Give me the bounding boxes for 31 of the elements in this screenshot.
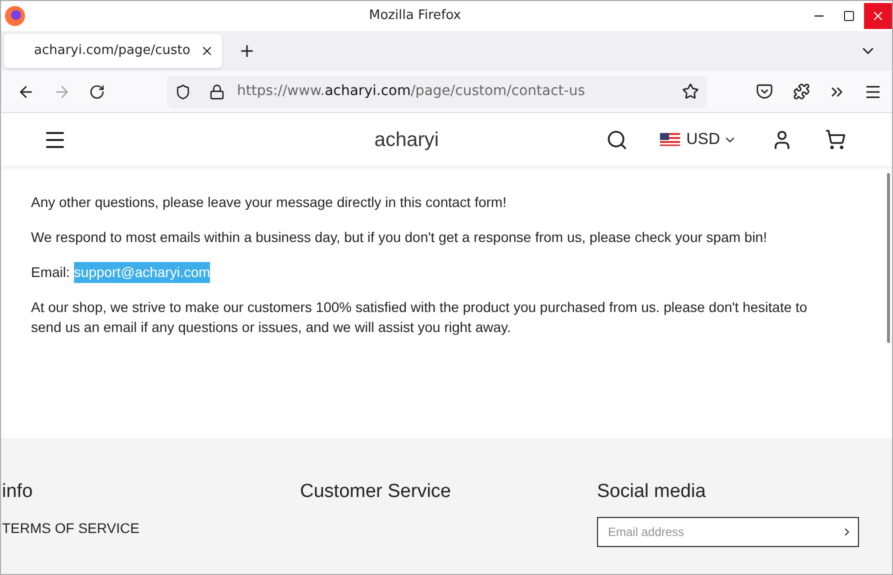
paragraph: We respond to most emails within a business day, but if you don't get a response from us, please check your spam bin! xyxy=(31,228,768,247)
lock-icon xyxy=(209,84,225,100)
footer-link[interactable]: TERMS OF SERVICE xyxy=(2,520,298,534)
footer-heading: info xyxy=(2,480,34,504)
browser-logo-icon xyxy=(4,5,26,27)
shield-icon xyxy=(175,84,191,100)
browser-tab[interactable]: acharyi.com/page/custo xyxy=(4,34,222,68)
address-bar[interactable]: https://www.acharyi.com/page/custom/contact-us xyxy=(167,76,707,108)
paragraph: Any other questions, please leave your message directly in this contact form! xyxy=(31,193,508,212)
site-logo[interactable]: acharyi xyxy=(207,124,606,154)
scrollbar[interactable] xyxy=(887,173,890,343)
close-tab-icon[interactable] xyxy=(200,44,214,58)
window-title: Mozilla Firefox xyxy=(368,7,462,26)
url-text: https://www.acharyi.com/page/custom/contact-us xyxy=(237,82,586,101)
flag-icon xyxy=(660,133,680,146)
search-icon[interactable] xyxy=(606,128,628,150)
maximize-icon xyxy=(843,10,855,22)
reload-icon[interactable] xyxy=(89,84,105,100)
close-icon xyxy=(871,9,885,23)
cart-icon[interactable] xyxy=(825,129,846,150)
footer-heading: Social media xyxy=(597,480,707,504)
currency-selector[interactable]: USD xyxy=(686,128,737,152)
new-tab-icon[interactable] xyxy=(238,42,256,60)
footer-heading: Customer Service xyxy=(300,480,452,504)
paragraph: At our shop, we strive to make our customers 100% satisfied with the product you purchased from us. please don't hesitate to send us an email if any questions or issues, and we will assist you right away. xyxy=(31,298,808,337)
pocket-icon[interactable] xyxy=(756,83,773,100)
email-label: Email: xyxy=(31,263,70,282)
extensions-icon[interactable] xyxy=(793,83,810,100)
close-button[interactable] xyxy=(864,3,892,29)
bookmark-star-icon[interactable] xyxy=(682,83,699,100)
newsletter-field[interactable]: Email address xyxy=(597,516,859,546)
